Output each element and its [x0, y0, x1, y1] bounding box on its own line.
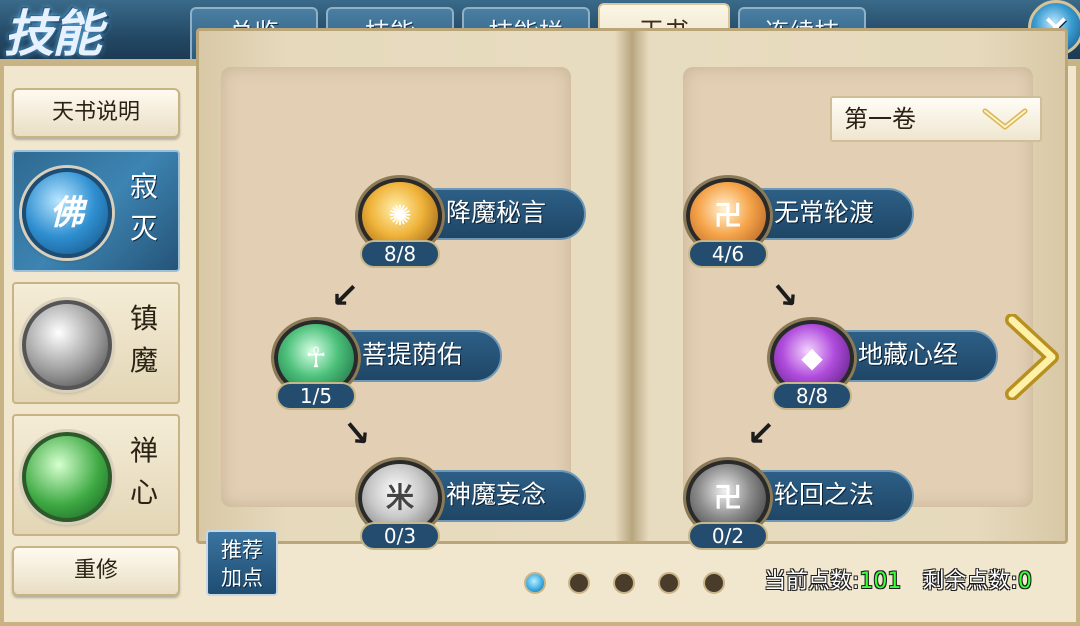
skill-level: 8/8	[360, 240, 440, 268]
category-chanxin[interactable]: 禅心	[12, 414, 180, 536]
category-jimie[interactable]: 佛 寂灭	[12, 150, 180, 272]
skill-xiangmo-miyan[interactable]: 降魔秘言 ✺ 8/8	[356, 178, 596, 268]
current-points-value: 101	[859, 569, 902, 594]
next-page-arrow-icon[interactable]	[1004, 314, 1060, 400]
page-dot[interactable]	[568, 572, 590, 594]
left-page	[221, 67, 571, 507]
skill-puti-yinyou[interactable]: 菩提荫佑 ☥ 1/5	[272, 320, 512, 410]
reset-button[interactable]: 重修	[12, 546, 180, 596]
skill-level: 0/3	[360, 522, 440, 550]
recommend-points-button[interactable]: 推荐 加点	[206, 530, 278, 596]
skill-level: 4/6	[688, 240, 768, 268]
category-label: 禅心	[129, 434, 158, 509]
recommend-label-line1: 推荐	[221, 538, 263, 562]
skill-shenmo-wangnian[interactable]: 神魔妄念 米 0/3	[356, 460, 596, 550]
remaining-points-value: 0	[1017, 569, 1032, 594]
category-label: 寂灭	[129, 170, 158, 245]
category-zhenmo[interactable]: 镇魔	[12, 282, 180, 404]
recommend-label-line2: 加点	[221, 566, 263, 590]
remaining-points-label: 剩余点数:	[922, 569, 1018, 594]
chevron-down-icon	[982, 108, 1028, 130]
skill-level: 0/2	[688, 522, 768, 550]
points-readout: 当前点数:101 剩余点数:0	[764, 566, 1032, 598]
skill-lunhui-zhifa[interactable]: 轮回之法 卍 0/2	[684, 460, 924, 550]
page-dot[interactable]	[703, 572, 725, 594]
page-dot[interactable]	[613, 572, 635, 594]
current-points-label: 当前点数:	[764, 569, 860, 594]
book-info-button[interactable]: 天书说明	[12, 88, 180, 138]
volume-dropdown[interactable]: 第一卷	[830, 96, 1042, 142]
category-label: 镇魔	[129, 302, 158, 377]
skill-dizang-xinjing[interactable]: 地藏心经 ◆ 8/8	[768, 320, 1008, 410]
volume-selected: 第一卷	[844, 105, 916, 133]
skill-level: 8/8	[772, 382, 852, 410]
lotus-hand-emblem-icon	[22, 432, 112, 522]
page-dot[interactable]	[658, 572, 680, 594]
window-title: 技能	[4, 4, 102, 63]
page-dot[interactable]	[524, 572, 546, 594]
buddha-emblem-icon: 佛	[22, 168, 112, 258]
skill-wuchang-lundu[interactable]: 无常轮渡 卍 4/6	[684, 178, 924, 268]
skill-level: 1/5	[276, 382, 356, 410]
demon-seal-emblem-icon	[22, 300, 112, 390]
